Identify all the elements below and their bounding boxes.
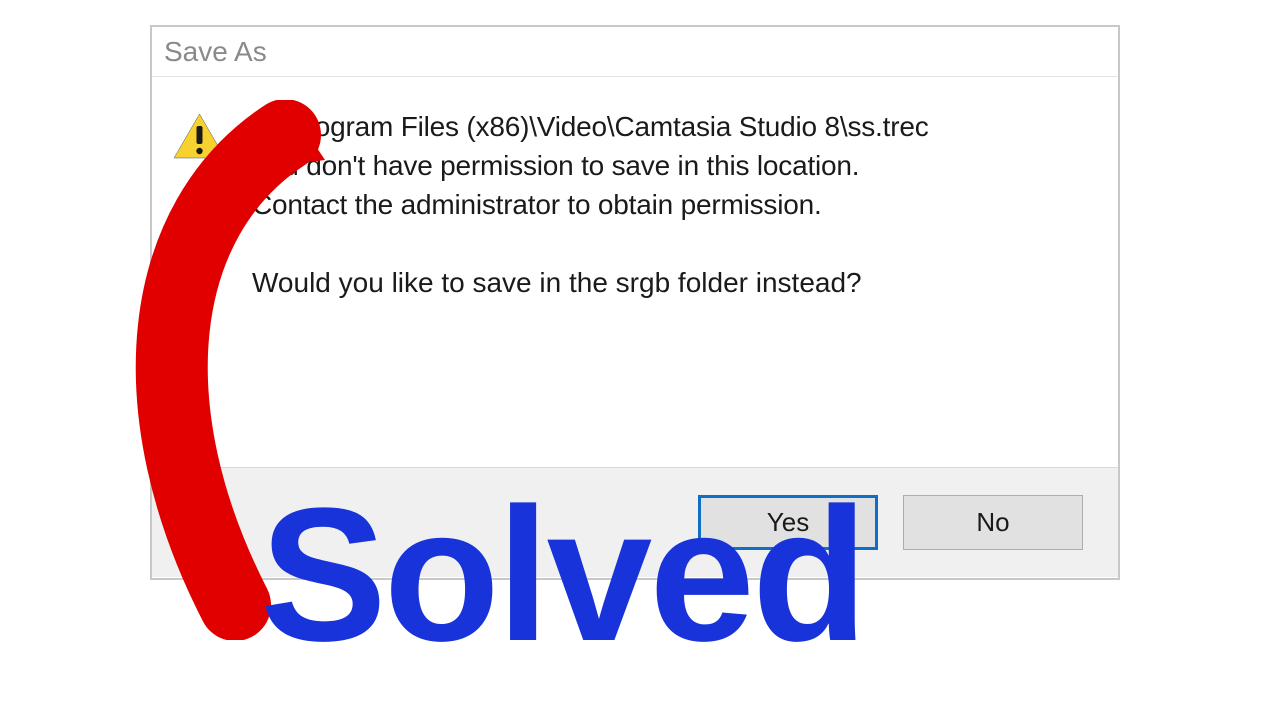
dialog-button-bar: Yes No xyxy=(152,467,1118,577)
message-line2: You don't have permission to save in thi… xyxy=(252,146,1098,185)
dialog-body: C:\Program Files (x86)\Video\Camtasia St… xyxy=(152,77,1118,467)
dialog-titlebar[interactable]: Save As xyxy=(152,27,1118,77)
save-as-dialog: Save As C:\Program Files (x86)\Video\Cam… xyxy=(150,25,1120,580)
message-column: C:\Program Files (x86)\Video\Camtasia St… xyxy=(242,107,1098,302)
message-path: C:\Program Files (x86)\Video\Camtasia St… xyxy=(252,107,1098,146)
warning-icon xyxy=(172,112,227,160)
no-button[interactable]: No xyxy=(903,495,1083,550)
icon-column xyxy=(172,107,242,165)
message-question: Would you like to save in the srgb folde… xyxy=(252,263,1098,302)
yes-button[interactable]: Yes xyxy=(698,495,878,550)
dialog-title: Save As xyxy=(164,36,267,68)
message-line3: Contact the administrator to obtain perm… xyxy=(252,185,1098,224)
